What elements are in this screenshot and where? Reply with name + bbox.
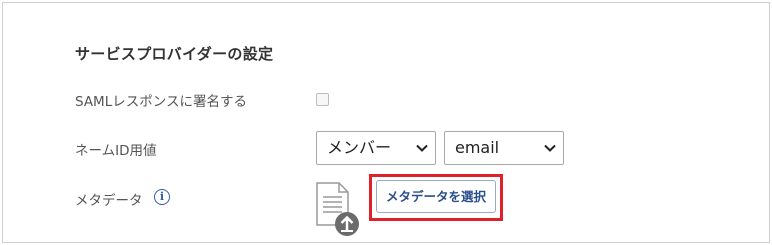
service-provider-settings-panel: サービスプロバイダーの設定 SAMLレスポンスに署名する ネームID用値 メンバ…: [2, 2, 770, 243]
metadata-label: メタデータ: [75, 193, 143, 209]
chevron-down-icon: [544, 144, 556, 152]
select-metadata-button[interactable]: メタデータを選択: [376, 180, 496, 213]
nameid-attribute-select[interactable]: email: [444, 131, 564, 165]
nameid-attribute-value: email: [455, 138, 500, 157]
saml-sign-checkbox[interactable]: [316, 93, 329, 106]
nameid-type-value: メンバー: [327, 138, 392, 157]
nameid-type-select[interactable]: メンバー: [316, 131, 436, 165]
chevron-down-icon: [416, 144, 428, 152]
saml-sign-label: SAMLレスポンスに署名する: [75, 94, 247, 110]
nameid-label: ネームID用値: [75, 143, 157, 159]
info-icon[interactable]: i: [154, 189, 170, 205]
section-title: サービスプロバイダーの設定: [75, 45, 274, 63]
document-upload-icon[interactable]: [315, 181, 363, 237]
